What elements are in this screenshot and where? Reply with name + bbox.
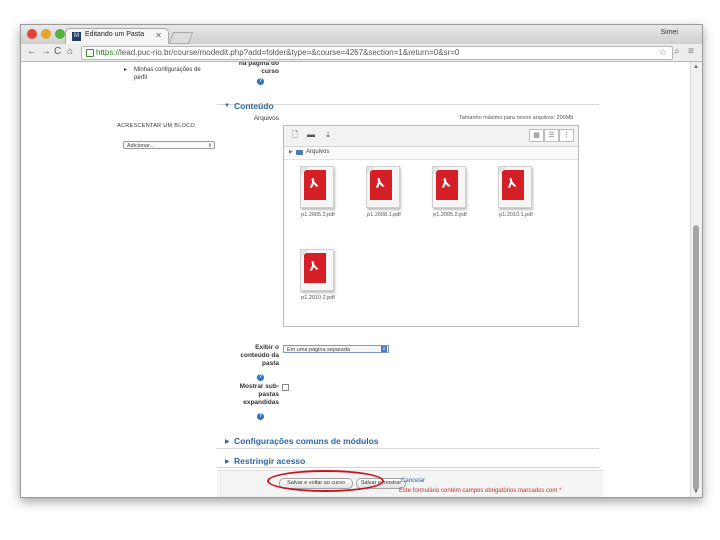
select-arrows-icon: ⇕ (207, 143, 212, 149)
collapsed-triangle-icon: ▶ (225, 459, 230, 465)
required-fields-note: Este formulário contém campos obrigatóri… (399, 488, 562, 494)
back-arrow-icon[interactable]: ← (27, 46, 37, 57)
max-file-size-note: Tamanho máximo para novos arquivos: 200M… (459, 115, 574, 121)
file-name: p1.2010.1.pdf (499, 212, 533, 218)
restrict-access-heading[interactable]: Restringir acesso (234, 456, 305, 466)
minimize-window-button[interactable] (41, 29, 51, 39)
scroll-down-icon[interactable]: ▼ (693, 489, 699, 495)
file-manager: 🗋 ▬ ⤓ ▦ ☰ ⋮ ▶ Arquivos ⅄ p1.2005.2.pdf ⅄… (283, 125, 579, 327)
pdf-file-icon: ⅄ (300, 166, 334, 208)
collapsed-triangle-icon: ▶ (225, 439, 230, 445)
tab-title: Editando um Pasta (85, 31, 145, 38)
zoom-window-button[interactable] (55, 29, 65, 39)
path-arrow-icon: ▶ (289, 149, 293, 155)
show-subfolders-label: Mostrar sub-pastas expandidas (239, 383, 279, 406)
display-content-label: Exibir o conteúdo da pasta (240, 344, 279, 367)
pdf-file-icon: ⅄ (366, 166, 400, 208)
help-icon[interactable]: ? (257, 78, 264, 85)
folder-icon (296, 150, 303, 155)
lock-icon (86, 49, 94, 57)
url-path: lead.puc-rio.br/course/modedit.php?add=f… (120, 48, 460, 57)
pdf-file-icon: ⅄ (300, 249, 334, 291)
page-display-label-fragment: na página do curso (238, 62, 279, 75)
browser-toolbar: ← → C ⌂ https://lead.puc-rio.br/course/m… (21, 44, 702, 62)
section-divider (217, 467, 599, 468)
vertical-scrollbar[interactable]: ▲ ▼ (690, 62, 702, 497)
section-divider (217, 448, 599, 449)
file-name: p1.2005.2.pdf (301, 212, 335, 218)
home-icon[interactable]: ⌂ (67, 46, 73, 57)
highlight-ellipse (267, 470, 384, 492)
tree-view-icon[interactable]: ⋮ (559, 129, 574, 142)
file-item[interactable]: ⅄ p1.2005.2.pdf (288, 166, 348, 236)
search-icon[interactable]: ⌕ (674, 46, 680, 57)
list-view-icon[interactable]: ☰ (544, 129, 559, 142)
forward-arrow-icon[interactable]: → (41, 46, 51, 57)
folder-path-bar: ▶ Arquivos (284, 147, 578, 160)
icon-view-icon[interactable]: ▦ (529, 129, 544, 142)
files-label: Arquivos (253, 115, 279, 122)
close-tab-icon[interactable]: ✕ (155, 31, 162, 40)
close-window-button[interactable] (27, 29, 37, 39)
menu-icon[interactable]: ≡ (688, 46, 694, 57)
profile-user-name[interactable]: Simei (660, 29, 678, 36)
profile-settings-link[interactable]: Minhas configurações de perfil (134, 66, 214, 82)
section-divider (217, 104, 599, 105)
address-bar[interactable]: https://lead.puc-rio.br/course/modedit.p… (81, 46, 673, 60)
content-section-heading[interactable]: Conteúdo (234, 101, 274, 111)
file-name: p1.2005.2.pdf (433, 212, 467, 218)
cancel-link[interactable]: Cancelar (401, 478, 425, 484)
browser-window: M Editando um Pasta ✕ Simei ← → C ⌂ http… (20, 24, 703, 498)
browser-tab[interactable]: M Editando um Pasta ✕ (65, 28, 169, 45)
help-icon[interactable]: ? (257, 374, 264, 381)
display-content-select[interactable]: Em uma página separada ⇕ (283, 345, 389, 353)
scroll-up-icon[interactable]: ▲ (693, 64, 699, 70)
pdf-file-icon: ⅄ (432, 166, 466, 208)
pdf-file-icon: ⅄ (498, 166, 532, 208)
reload-icon[interactable]: C (54, 46, 61, 57)
expanded-triangle-icon: ▼ (224, 103, 230, 109)
add-block-heading: ACRESCENTAR UM BLOCO (117, 123, 196, 129)
url-scheme: https:// (96, 48, 121, 57)
page-content: ▸ Minhas configurações de perfil ACRESCE… (21, 62, 691, 497)
file-name: p1.2008.1.pdf (367, 212, 401, 218)
bookmark-star-icon[interactable]: ☆ (659, 47, 667, 58)
add-block-select[interactable]: Adicionar... ⇕ (123, 141, 215, 149)
moodle-favicon-icon: M (72, 32, 81, 41)
file-item[interactable]: ⅄ p1.2010.1.pdf (486, 166, 546, 236)
folder-path-name[interactable]: Arquivos (306, 149, 329, 155)
scrollbar-thumb[interactable] (693, 225, 699, 490)
file-item[interactable]: ⅄ p1.2010.2.pdf (288, 249, 348, 319)
create-folder-icon[interactable]: ▬ (306, 130, 316, 140)
file-manager-toolbar: 🗋 ▬ ⤓ ▦ ☰ ⋮ (284, 126, 578, 147)
add-block-select-value: Adicionar... (127, 143, 155, 149)
common-settings-heading[interactable]: Configurações comuns de módulos (234, 436, 379, 446)
display-content-value: Em uma página separada (287, 347, 350, 353)
file-name: p1.2010.2.pdf (301, 295, 335, 301)
title-bar: M Editando um Pasta ✕ Simei (21, 25, 702, 45)
url-text[interactable]: https://lead.puc-rio.br/course/modedit.p… (96, 48, 459, 57)
show-subfolders-checkbox[interactable] (282, 384, 289, 391)
download-icon[interactable]: ⤓ (323, 130, 333, 140)
help-icon[interactable]: ? (257, 413, 264, 420)
bullet-icon: ▸ (124, 67, 128, 73)
new-tab-button[interactable] (168, 32, 194, 44)
file-item[interactable]: ⅄ p1.2008.1.pdf (354, 166, 414, 236)
select-arrows-icon: ⇕ (381, 346, 387, 352)
file-item[interactable]: ⅄ p1.2005.2.pdf (420, 166, 480, 236)
add-file-icon[interactable]: 🗋 (290, 130, 300, 140)
